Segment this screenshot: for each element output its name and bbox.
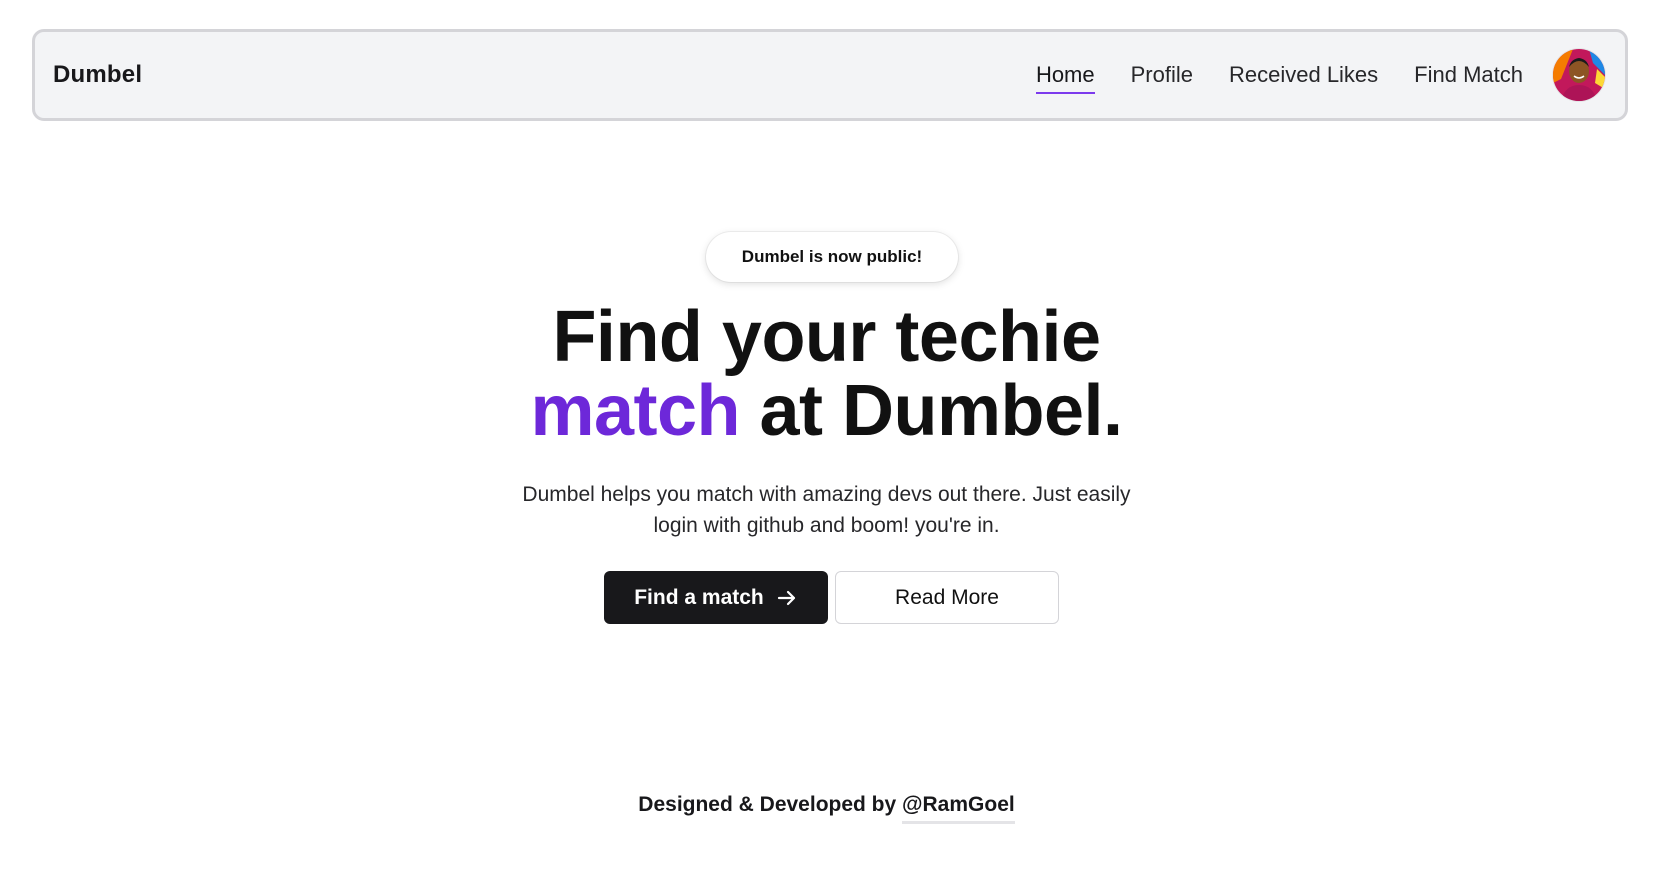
nav-link-home[interactable]: Home (1035, 56, 1095, 94)
hero-headline: Find your techie match at Dumbel. (0, 300, 1653, 448)
find-a-match-button[interactable]: Find a match (604, 571, 828, 624)
headline-accent-word: match (530, 371, 740, 451)
arrow-right-icon (776, 587, 798, 609)
hero-subtext: Dumbel helps you match with amazing devs… (522, 483, 1131, 537)
footer-credit: Designed & Developed by @RamGoel (0, 793, 1653, 824)
author-handle-link[interactable]: @RamGoel (902, 793, 1015, 824)
headline-line-2-rest: at Dumbel. (740, 371, 1124, 451)
navbar: Dumbel Home Profile Received Likes Find … (32, 29, 1628, 121)
footer-prefix: Designed & Developed by (638, 793, 903, 816)
nav-links: Home Profile Received Likes Find Match (1035, 56, 1523, 94)
user-avatar[interactable] (1553, 49, 1605, 101)
nav-link-profile[interactable]: Profile (1131, 56, 1193, 94)
avatar-image (1553, 49, 1605, 101)
headline-line-1: Find your techie (552, 297, 1101, 377)
announcement-badge: Dumbel is now public! (706, 232, 958, 282)
nav-link-received-likes[interactable]: Received Likes (1229, 56, 1378, 94)
find-a-match-label: Find a match (634, 585, 764, 609)
brand-logo-text[interactable]: Dumbel (53, 61, 142, 89)
read-more-button[interactable]: Read More (835, 571, 1059, 624)
nav-link-find-match[interactable]: Find Match (1414, 56, 1523, 94)
